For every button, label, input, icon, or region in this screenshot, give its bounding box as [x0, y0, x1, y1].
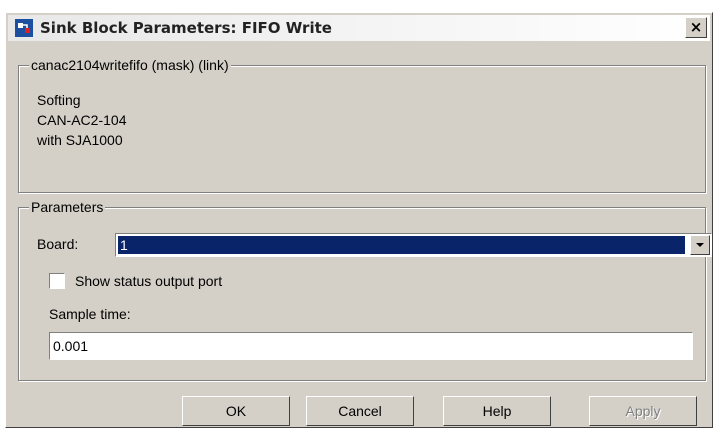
window-title: Sink Block Parameters: FIFO Write [40, 19, 332, 37]
title-bar[interactable]: Sink Block Parameters: FIFO Write × [8, 15, 710, 41]
close-icon: × [689, 18, 703, 36]
board-label: Board: [37, 236, 79, 252]
board-select[interactable]: 1 [115, 233, 712, 257]
mask-group: canac2104writefifo (mask) (link) Softing… [18, 57, 706, 193]
mask-description-line: with SJA1000 [37, 132, 123, 148]
status-port-checkbox[interactable] [49, 273, 65, 289]
simulink-block-icon [15, 19, 33, 37]
parameters-group: Parameters Board: 1 Show status output p… [18, 199, 712, 381]
parameters-group-title: Parameters [29, 199, 106, 215]
mask-group-title: canac2104writefifo (mask) (link) [29, 57, 231, 73]
ok-button[interactable]: OK [182, 396, 290, 426]
mask-description-line: CAN-AC2-104 [37, 112, 127, 128]
chevron-down-icon[interactable] [690, 235, 710, 255]
sample-time-label: Sample time: [49, 306, 131, 322]
cancel-button[interactable]: Cancel [306, 396, 414, 426]
board-select-value: 1 [118, 236, 685, 254]
dialog-window: Sink Block Parameters: FIFO Write × cana… [5, 12, 713, 428]
status-port-label: Show status output port [75, 273, 223, 289]
sample-time-input[interactable] [49, 332, 693, 360]
help-button[interactable]: Help [443, 396, 551, 426]
apply-button[interactable]: Apply [589, 396, 697, 426]
close-button[interactable]: × [685, 17, 707, 38]
mask-description-line: Softing [37, 92, 81, 108]
